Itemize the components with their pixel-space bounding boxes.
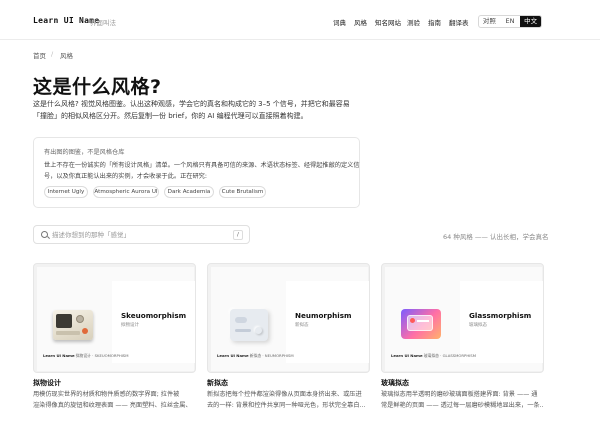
card-preview: Glassmorphism 玻璃拟态 Learn UI Name 玻璃拟态 · … bbox=[385, 267, 543, 371]
lang-option-zh[interactable]: 中文 bbox=[520, 16, 541, 27]
note-text-line-2: 号，以及你真正能认出来的实例，才会收录于此。正在研究: bbox=[44, 173, 207, 180]
nav-item-quiz[interactable]: 测验 bbox=[407, 17, 420, 27]
search-icon bbox=[41, 231, 48, 238]
card-label-glassmorphism[interactable]: 玻璃拟态 bbox=[381, 378, 409, 388]
chip-cute-brutalism[interactable]: Cute Brutalism bbox=[219, 186, 266, 198]
card-style-tag: 新拟态 bbox=[295, 323, 309, 328]
lang-option-compare[interactable]: 对照 bbox=[479, 16, 500, 27]
page-title: 这是什么风格? bbox=[33, 76, 162, 98]
chip-internet-ugly[interactable]: Internet Ugly bbox=[44, 186, 88, 198]
card-style-name: Glassmorphism bbox=[469, 311, 532, 320]
skeuomorphic-device-illustration bbox=[53, 310, 93, 340]
page-lead-line-2: 「撞脸」的相似风格区分开。然后复制一份 brief，你的 AI 编程代理可以直接… bbox=[33, 112, 308, 120]
card-desc-line-1: 用模仿现实世界的材质和物件质感的数字界面; 拉件被 bbox=[33, 391, 180, 398]
card-label-skeuomorphism[interactable]: 拟物设计 bbox=[33, 378, 61, 388]
curation-note: 有出图的图鉴，不是风格仓库 世上不存在一份诚实的「所有设计风格」清单。一个风格只… bbox=[33, 137, 360, 208]
brand-subtitle: 界面叫法 bbox=[90, 19, 116, 27]
language-switcher: 对照 EN 中文 bbox=[478, 15, 542, 28]
card-label-neumorphism[interactable]: 新拟态 bbox=[207, 378, 228, 388]
card-info-panel: Glassmorphism 玻璃拟态 bbox=[460, 281, 543, 363]
style-count: 64 种风格 —— 认出长相，学会真名 bbox=[443, 233, 549, 241]
chip-atmospheric-aurora[interactable]: Atmospheric Aurora UI bbox=[93, 186, 159, 198]
card-desc-line-1: 新拟态把每个控件都渲染得像从页面本身挤出来、或压进 bbox=[207, 391, 362, 398]
breadcrumb-separator: / bbox=[51, 50, 54, 58]
card-preview: Skeuomorphism 拟物设计 Learn UI Name 拟物设计 · … bbox=[37, 267, 195, 371]
style-card-neumorphism[interactable]: Neumorphism 新拟态 Learn UI Name 新拟态 · NEUM… bbox=[207, 263, 370, 373]
card-desc-line-1: 玻璃拟态用半透明的磨砂玻璃面板搭建界面: 背景 —— 通 bbox=[381, 391, 538, 398]
style-card-skeuomorphism[interactable]: Skeuomorphism 拟物设计 Learn UI Name 拟物设计 · … bbox=[33, 263, 196, 373]
neumorphic-control-illustration bbox=[230, 309, 268, 341]
card-desc-line-2: 去的一样: 背景和控件共享同一种哑光色，形状完全靠白... bbox=[207, 402, 366, 409]
glassmorphic-panel-illustration bbox=[401, 309, 441, 339]
nav-item-guide[interactable]: 指南 bbox=[428, 17, 441, 27]
card-desc-line-2: 渲染得像真的旋钮和纹理表面 —— 亮面塑料、拉丝金属、 bbox=[33, 402, 192, 409]
card-desc-line-2: 常是鲜艳的页面 —— 透过每一层磨砂模糊地显出来，一条... bbox=[381, 402, 544, 409]
search-input[interactable] bbox=[52, 229, 222, 241]
nav-item-glossary[interactable]: 词典 bbox=[333, 17, 346, 27]
nav-item-famous-sites[interactable]: 知名网站 bbox=[375, 17, 401, 27]
note-heading: 有出图的图鉴，不是风格仓库 bbox=[44, 149, 125, 156]
card-preview: Neumorphism 新拟态 Learn UI Name 新拟态 · NEUM… bbox=[211, 267, 369, 371]
card-footer: Learn UI Name 新拟态 · NEUMORPHISM bbox=[217, 353, 294, 358]
card-style-tag: 拟物设计 bbox=[121, 323, 139, 328]
top-bar: Learn UI Name 界面叫法 词典 风格 知名网站 测验 指南 翻译表 … bbox=[0, 0, 600, 40]
breadcrumb-current: 风格 bbox=[60, 52, 73, 60]
card-footer: Learn UI Name 玻璃拟态 · GLASSMORPHISM bbox=[391, 353, 476, 358]
page-lead-line-1: 这是什么风格? 视觉风格图鉴。认出这种观感，学会它的真名和构成它的 3–5 个信… bbox=[33, 100, 350, 108]
card-info-panel: Skeuomorphism 拟物设计 bbox=[112, 281, 195, 363]
search-box: / bbox=[33, 225, 250, 244]
card-style-name: Skeuomorphism bbox=[121, 311, 187, 320]
card-info-panel: Neumorphism 新拟态 bbox=[286, 281, 369, 363]
nav-item-styles[interactable]: 风格 bbox=[354, 17, 367, 27]
search-shortcut-key: / bbox=[233, 230, 243, 240]
lang-option-en[interactable]: EN bbox=[500, 16, 521, 27]
breadcrumb-home[interactable]: 首页 bbox=[33, 50, 46, 60]
nav-item-translation[interactable]: 翻译表 bbox=[449, 17, 469, 27]
card-footer: Learn UI Name 拟物设计 · SKEUOMORPHISM bbox=[43, 353, 129, 358]
style-card-glassmorphism[interactable]: Glassmorphism 玻璃拟态 Learn UI Name 玻璃拟态 · … bbox=[381, 263, 544, 373]
card-style-name: Neumorphism bbox=[295, 311, 352, 320]
card-style-tag: 玻璃拟态 bbox=[469, 323, 487, 328]
note-text-line-1: 世上不存在一份诚实的「所有设计风格」清单。一个风格只有具备可信的来源、术语状态标… bbox=[44, 162, 360, 169]
chip-dark-academia[interactable]: Dark Academia bbox=[164, 186, 214, 198]
